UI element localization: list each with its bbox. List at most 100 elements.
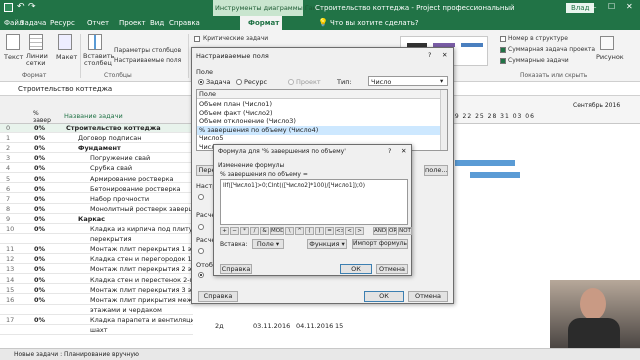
table-row[interactable]: 3 0% Погружение свай: [0, 154, 193, 164]
gantt-bar[interactable]: [455, 160, 515, 166]
pct-complete-cell[interactable]: 0%: [34, 255, 45, 263]
import-field-button[interactable]: поле...: [424, 165, 448, 176]
insert-column-button[interactable]: Вставить столбец: [83, 53, 114, 67]
table-row[interactable]: 7 0% Набор прочности: [0, 195, 193, 204]
operator-button[interactable]: /: [250, 227, 259, 235]
tab-help[interactable]: Справка: [169, 19, 200, 27]
type-dropdown[interactable]: Число ▾: [368, 76, 448, 86]
close-button[interactable]: ✕: [401, 147, 406, 155]
operator-button[interactable]: &: [260, 227, 269, 235]
table-row[interactable]: 11 0% Монтаж плит перекрытия 1 эта: [0, 245, 193, 255]
table-row[interactable]: 8 0% Монолитный ростверк завершен: [0, 205, 193, 214]
pct-complete-cell[interactable]: 0%: [34, 215, 45, 223]
option-radio[interactable]: [198, 194, 204, 200]
pct-complete-cell[interactable]: 0%: [34, 144, 45, 152]
task-name-cell[interactable]: Монтаж плит прикрытия между: [90, 296, 193, 304]
task-name-cell[interactable]: Строительство коттеджа: [66, 124, 161, 132]
tab-view[interactable]: Вид: [150, 19, 164, 27]
task-name-cell[interactable]: Бетонирование ростверка: [90, 185, 180, 193]
summary-tasks-checkbox[interactable]: [500, 58, 506, 64]
close-button[interactable]: ✕: [442, 51, 447, 59]
task-name-cell[interactable]: этажами и чердаком: [90, 306, 162, 314]
layout-button[interactable]: Макет: [56, 53, 77, 61]
help-button[interactable]: Справка: [198, 291, 238, 302]
table-row[interactable]: 13 0% Монтаж плит перекрытия 2 эта: [0, 265, 193, 275]
pct-complete-cell[interactable]: 0%: [34, 185, 45, 193]
option-radio[interactable]: [198, 248, 204, 254]
table-row[interactable]: 16 0% Монтаж плит прикрытия между: [0, 296, 193, 305]
table-row[interactable]: 14 0% Кладка стен и перестенок 2-го: [0, 276, 193, 285]
task-radio[interactable]: [198, 79, 204, 85]
operator-button[interactable]: <: [345, 227, 354, 235]
task-name-cell[interactable]: Кладка из кирпича под плиту: [90, 225, 193, 233]
operator-button[interactable]: ): [315, 227, 324, 235]
pct-complete-column-header[interactable]: % завер: [33, 110, 53, 124]
ok-button[interactable]: ОК: [340, 264, 372, 274]
project-radio[interactable]: [288, 79, 294, 85]
task-name-cell[interactable]: Фундамент: [78, 144, 121, 152]
cancel-button[interactable]: Отмена: [408, 291, 448, 302]
pct-complete-cell[interactable]: 0%: [34, 265, 45, 273]
maximize-button[interactable]: ☐: [608, 2, 615, 11]
task-name-cell[interactable]: Набор прочности: [90, 195, 149, 203]
field-list[interactable]: Поле Объем план (Число1) Объем факт (Числ…: [196, 89, 448, 151]
pct-complete-cell[interactable]: 0%: [34, 296, 45, 304]
table-row[interactable]: перекрытия: [0, 235, 193, 244]
field-insert-button[interactable]: Поле ▾: [252, 239, 284, 249]
operator-button[interactable]: ^: [295, 227, 304, 235]
pct-complete-cell[interactable]: 0%: [34, 154, 45, 162]
task-name-cell[interactable]: Кладка стен и перестенок 2-го: [90, 276, 193, 284]
list-scrollbar[interactable]: [440, 90, 447, 150]
task-name-cell[interactable]: Каркас: [78, 215, 105, 223]
table-row[interactable]: 10 0% Кладка из кирпича под плиту: [0, 225, 193, 234]
gridlines-button[interactable]: Линии сетки: [26, 53, 48, 67]
operator-button[interactable]: −: [230, 227, 239, 235]
operator-button[interactable]: *: [240, 227, 249, 235]
table-row[interactable]: 17 0% Кладка парапета и вентиляционных: [0, 316, 193, 325]
table-row[interactable]: 0 0% Строительство коттеджа: [0, 124, 193, 133]
pct-complete-cell[interactable]: 0%: [34, 124, 45, 132]
task-name-cell[interactable]: Погружение свай: [90, 154, 150, 162]
table-row[interactable]: 12 0% Кладка стен и перегородок 1-го: [0, 255, 193, 265]
pct-complete-cell[interactable]: 0%: [34, 134, 45, 142]
operator-button[interactable]: (: [305, 227, 314, 235]
function-insert-button[interactable]: Функция ▾: [307, 239, 347, 249]
tab-resource[interactable]: Ресурс: [50, 19, 75, 27]
table-row[interactable]: этажами и чердаком: [0, 306, 193, 315]
task-name-cell[interactable]: Монолитный ростверк завершен: [90, 205, 193, 213]
new-tasks-status[interactable]: Новые задачи : Планирование вручную: [14, 351, 139, 358]
pct-complete-cell[interactable]: 0%: [34, 286, 45, 294]
task-name-column-header[interactable]: Название задачи: [64, 112, 123, 120]
task-name-cell[interactable]: Кладка парапета и вентиляционных: [90, 316, 193, 324]
undo-icon[interactable]: ↶: [17, 2, 25, 12]
import-formula-button[interactable]: Импорт формулы...: [352, 239, 408, 249]
operator-button[interactable]: NOT: [398, 227, 412, 235]
text-styles-button[interactable]: Текст: [4, 53, 23, 61]
task-name-cell[interactable]: перекрытия: [90, 235, 131, 243]
table-row[interactable]: 15 0% Монтаж плит перекрытия 3 эта: [0, 286, 193, 295]
finish-cell[interactable]: 04.11.2016: [296, 322, 333, 330]
user-name[interactable]: Влад: [566, 3, 595, 13]
duration-cell[interactable]: 2д: [215, 322, 224, 330]
tab-task[interactable]: Задача: [20, 19, 46, 27]
option-radio[interactable]: [198, 224, 204, 230]
minimize-button[interactable]: ‒: [592, 3, 596, 11]
task-name-cell[interactable]: Армирование ростверка: [90, 175, 173, 183]
option-radio[interactable]: [198, 272, 204, 278]
tab-project[interactable]: Проект: [119, 19, 146, 27]
tab-report[interactable]: Отчет: [87, 19, 109, 27]
formula-textarea[interactable]: IIf([Число1]>0;CInt(([Число2]*100)/[Числ…: [220, 179, 408, 225]
pct-complete-cell[interactable]: 0%: [34, 205, 45, 213]
task-name-cell[interactable]: шахт: [90, 326, 108, 334]
task-name-cell[interactable]: Кладка стен и перегородок 1-го: [90, 255, 193, 263]
operator-button[interactable]: MOD: [270, 227, 284, 235]
table-row[interactable]: 4 0% Срубка свай: [0, 164, 193, 174]
table-row[interactable]: 1 0% Договор подписан: [0, 134, 193, 143]
column-settings-button[interactable]: Параметры столбцов: [114, 47, 181, 54]
operator-button[interactable]: <>: [335, 227, 344, 235]
task-name-cell[interactable]: Монтаж плит перекрытия 1 эта: [90, 245, 193, 253]
task-name-cell[interactable]: Договор подписан: [78, 134, 141, 142]
project-summary-checkbox[interactable]: [500, 47, 506, 53]
gantt-bar[interactable]: [470, 172, 520, 178]
help-button[interactable]: ?: [388, 147, 391, 155]
